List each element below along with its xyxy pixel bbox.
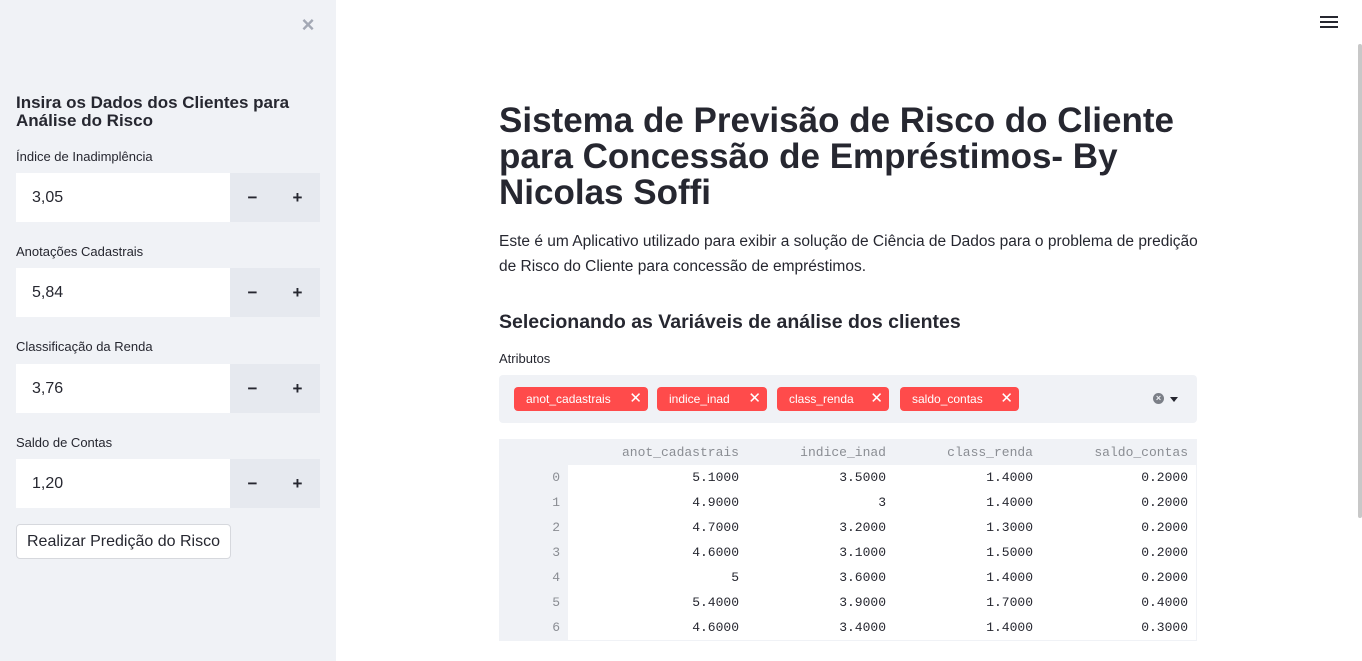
sidebar: × Insira os Dados dos Clientes para Anál… xyxy=(0,0,336,661)
indice-inadimplencia-field[interactable]: 3,05 xyxy=(16,173,230,222)
saldo-contas-increment-button[interactable]: + xyxy=(275,459,320,508)
row-index: 3 xyxy=(552,545,560,560)
page-title: Sistema de Previsão de Risco do Cliente … xyxy=(499,101,1174,212)
table-cell: 1.4000 xyxy=(986,620,1033,635)
table-cell: 5.1000 xyxy=(692,470,739,485)
row-index: 4 xyxy=(552,570,560,585)
tag-label: class_renda xyxy=(789,392,854,406)
table-cell: 4.9000 xyxy=(692,495,739,510)
row-index: 6 xyxy=(552,620,560,635)
indice-inadimplencia-increment-button[interactable]: + xyxy=(275,173,320,222)
anotacoes-cadastrais-input: 5,84 − + xyxy=(16,268,320,317)
table-cell: 0.4000 xyxy=(1141,595,1188,610)
table-cell: 1.3000 xyxy=(986,520,1033,535)
remove-tag-icon[interactable]: ✕ xyxy=(629,387,642,411)
hamburger-icon[interactable] xyxy=(1320,16,1338,36)
saldo-contas-input: 1,20 − + xyxy=(16,459,320,508)
row-index: 2 xyxy=(552,520,560,535)
table-cell: 0.2000 xyxy=(1141,495,1188,510)
tag-label: saldo_contas xyxy=(912,392,983,406)
row-index: 1 xyxy=(552,495,560,510)
dataframe-table: anot_cadastrais indice_inad class_renda … xyxy=(499,439,1197,641)
chevron-down-icon[interactable] xyxy=(1170,397,1178,402)
section-title: Selecionando as Variáveis de análise dos… xyxy=(499,311,961,333)
table-cell: 0.2000 xyxy=(1141,545,1188,560)
table-cell: 1.7000 xyxy=(986,595,1033,610)
remove-tag-icon[interactable]: ✕ xyxy=(1000,387,1013,411)
hamburger-line xyxy=(1320,21,1338,23)
hamburger-line xyxy=(1320,16,1338,18)
table-cell: 3.1000 xyxy=(839,545,886,560)
table-cell: 5 xyxy=(731,570,739,585)
table-cell: 3 xyxy=(878,495,886,510)
remove-tag-icon[interactable]: ✕ xyxy=(748,387,761,411)
table-cell: 4.6000 xyxy=(692,545,739,560)
tag-label: indice_inad xyxy=(669,392,730,406)
classificacao-renda-label: Classificação da Renda xyxy=(16,339,153,354)
indice-inadimplencia-input: 3,05 − + xyxy=(16,173,320,222)
tag-label: anot_cadastrais xyxy=(526,392,611,406)
table-cell: 0.2000 xyxy=(1141,520,1188,535)
tag-saldo-contas: saldo_contas ✕ xyxy=(900,387,1019,411)
hamburger-line xyxy=(1320,26,1338,28)
atributos-label: Atributos xyxy=(499,351,551,366)
tag-anot-cadastrais: anot_cadastrais ✕ xyxy=(514,387,648,411)
table-cell: 0.3000 xyxy=(1141,620,1188,635)
anotacoes-cadastrais-label: Anotações Cadastrais xyxy=(16,244,144,259)
table-cell: 1.5000 xyxy=(986,545,1033,560)
classificacao-renda-field[interactable]: 3,76 xyxy=(16,364,230,413)
column-header[interactable]: saldo_contas xyxy=(1094,440,1188,465)
anotacoes-cadastrais-field[interactable]: 5,84 xyxy=(16,268,230,317)
anotacoes-cadastrais-decrement-button[interactable]: − xyxy=(230,268,275,317)
table-cell: 3.5000 xyxy=(839,470,886,485)
classificacao-renda-increment-button[interactable]: + xyxy=(275,364,320,413)
column-header[interactable]: anot_cadastrais xyxy=(622,440,739,465)
sidebar-title: Insira os Dados dos Clientes para Anális… xyxy=(16,93,290,130)
table-cell: 1.4000 xyxy=(986,570,1033,585)
classificacao-renda-input: 3,76 − + xyxy=(16,364,320,413)
table-cell: 0.2000 xyxy=(1141,470,1188,485)
row-index: 5 xyxy=(552,595,560,610)
app-window: × Insira os Dados dos Clientes para Anál… xyxy=(0,0,1362,661)
column-header[interactable]: class_renda xyxy=(947,440,1033,465)
table-cell: 3.4000 xyxy=(839,620,886,635)
saldo-contas-decrement-button[interactable]: − xyxy=(230,459,275,508)
tag-indice-inad: indice_inad ✕ xyxy=(657,387,767,411)
table-cell: 0.2000 xyxy=(1141,570,1188,585)
indice-inadimplencia-label: Índice de Inadimplência xyxy=(16,149,153,164)
saldo-contas-label: Saldo de Contas xyxy=(16,435,113,450)
table-cell: 1.4000 xyxy=(986,470,1033,485)
remove-tag-icon[interactable]: ✕ xyxy=(870,387,883,411)
classificacao-renda-decrement-button[interactable]: − xyxy=(230,364,275,413)
saldo-contas-field[interactable]: 1,20 xyxy=(16,459,230,508)
atributos-multiselect[interactable]: anot_cadastrais ✕ indice_inad ✕ class_re… xyxy=(499,375,1197,423)
table-cell: 1.4000 xyxy=(986,495,1033,510)
column-header[interactable]: indice_inad xyxy=(800,440,886,465)
indice-inadimplencia-decrement-button[interactable]: − xyxy=(230,173,275,222)
table-cell: 3.6000 xyxy=(839,570,886,585)
table-cell: 4.7000 xyxy=(692,520,739,535)
page-description: Este é um Aplicativo utilizado para exib… xyxy=(499,233,1198,275)
clear-all-icon[interactable]: × xyxy=(1153,393,1164,404)
close-sidebar-icon[interactable]: × xyxy=(298,14,318,36)
tag-class-renda: class_renda ✕ xyxy=(777,387,889,411)
table-cell: 3.9000 xyxy=(839,595,886,610)
realizar-predicao-button[interactable]: Realizar Predição do Risco xyxy=(16,524,231,559)
table-cell: 3.2000 xyxy=(839,520,886,535)
table-cell: 5.4000 xyxy=(692,595,739,610)
row-index: 0 xyxy=(552,470,560,485)
main-scrollbar[interactable] xyxy=(1358,44,1362,518)
anotacoes-cadastrais-increment-button[interactable]: + xyxy=(275,268,320,317)
table-cell: 4.6000 xyxy=(692,620,739,635)
